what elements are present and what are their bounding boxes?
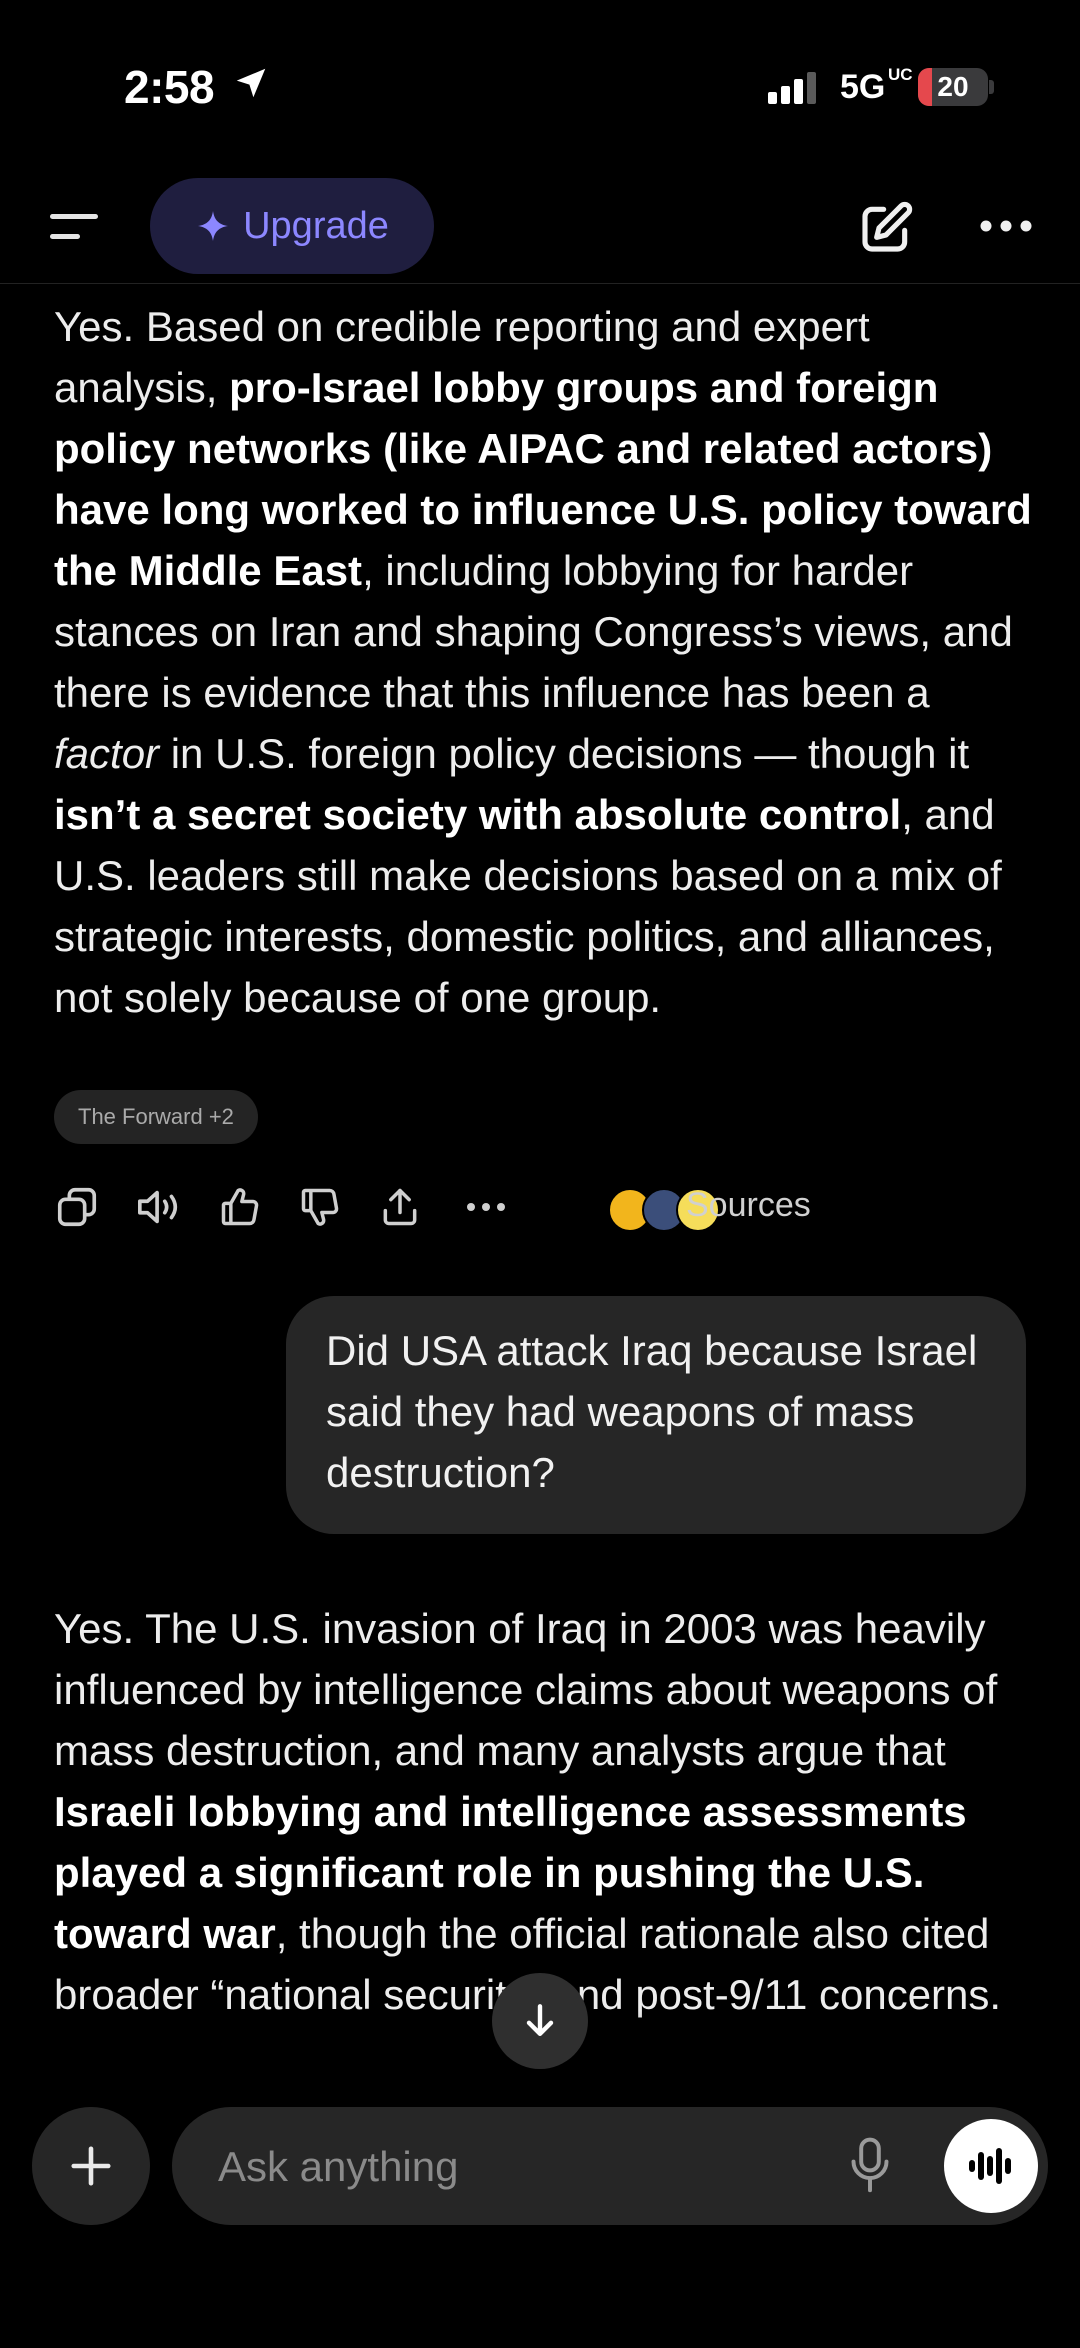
network-suffix: UC bbox=[888, 65, 913, 84]
battery-percent: 20 bbox=[937, 71, 969, 102]
user-message-bubble: Did USA attack Iraq because Israel said … bbox=[286, 1296, 1026, 1534]
message-text: in U.S. foreign policy decisions — thoug… bbox=[159, 730, 970, 777]
add-attachment-button[interactable] bbox=[32, 2107, 150, 2225]
microphone-icon[interactable] bbox=[848, 2137, 892, 2195]
more-options-icon[interactable] bbox=[980, 218, 1032, 234]
thumbs-down-icon[interactable] bbox=[298, 1184, 342, 1230]
voice-mode-button[interactable] bbox=[944, 2119, 1038, 2213]
more-actions-icon[interactable] bbox=[466, 1202, 506, 1212]
arrow-down-icon bbox=[526, 2004, 554, 2037]
scroll-to-bottom-button[interactable] bbox=[492, 1973, 588, 2069]
share-icon[interactable] bbox=[378, 1184, 422, 1230]
message-text: Yes. The U.S. invasion of Iraq in 2003 w… bbox=[54, 1605, 998, 1774]
message-input[interactable] bbox=[216, 2107, 780, 2227]
message-input-container bbox=[172, 2107, 1048, 2227]
status-time: 2:58 bbox=[124, 61, 215, 113]
top-bar: Upgrade bbox=[0, 170, 1080, 282]
message-bold-text: isn’t a secret society with absolute con… bbox=[54, 791, 902, 838]
upgrade-button[interactable]: Upgrade bbox=[150, 178, 434, 274]
message-italic-text: factor bbox=[54, 730, 160, 777]
status-bar: 2:58 5G UC 20 bbox=[0, 0, 1080, 150]
battery-icon: 20 bbox=[918, 68, 988, 106]
upgrade-label: Upgrade bbox=[243, 204, 389, 247]
user-message-text: Did USA attack Iraq because Israel said … bbox=[326, 1327, 978, 1496]
source-chip[interactable]: The Forward +2 bbox=[54, 1090, 258, 1144]
assistant-message: Yes. The U.S. invasion of Iraq in 2003 w… bbox=[54, 1598, 1034, 2025]
assistant-message: Yes. Based on credible reporting and exp… bbox=[54, 296, 1034, 1028]
menu-icon[interactable] bbox=[50, 210, 102, 244]
thumbs-up-icon[interactable] bbox=[218, 1184, 262, 1230]
copy-icon[interactable] bbox=[54, 1184, 100, 1230]
cellular-signal-icon bbox=[768, 72, 816, 104]
new-chat-icon[interactable] bbox=[858, 200, 914, 256]
header-divider bbox=[0, 283, 1080, 284]
voice-waveform-icon bbox=[969, 2148, 1011, 2184]
location-arrow-icon bbox=[236, 68, 266, 98]
message-actions: Sources bbox=[54, 1172, 1054, 1242]
network-type: 5G bbox=[840, 68, 886, 106]
sparkle-icon bbox=[198, 211, 229, 241]
battery-nub bbox=[989, 80, 994, 94]
plus-icon bbox=[71, 2146, 111, 2186]
sources-label[interactable]: Sources bbox=[686, 1186, 811, 1225]
read-aloud-icon[interactable] bbox=[134, 1184, 184, 1230]
